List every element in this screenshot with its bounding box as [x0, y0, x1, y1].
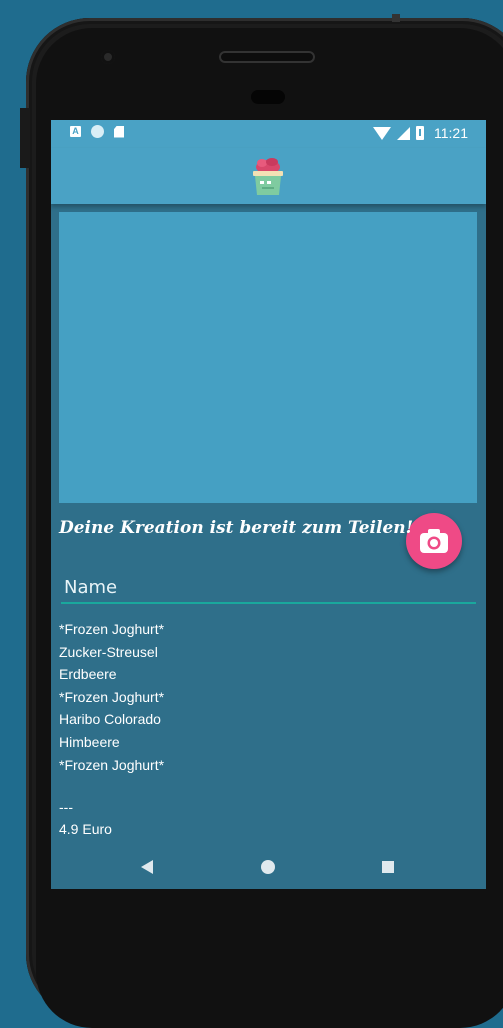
phone-top-notch — [392, 14, 400, 22]
sd-card-icon — [114, 125, 124, 138]
share-headline: Deine Kreation ist bereit zum Teilen! — [59, 518, 414, 538]
wifi-icon — [373, 126, 391, 140]
status-time: 11:21 — [434, 125, 468, 141]
ingredient-item: *Frozen Joghurt* — [59, 688, 165, 705]
frozen-yogurt-cup-logo — [253, 158, 283, 195]
ingredient-item: *Frozen Joghurt* — [59, 756, 165, 773]
back-icon[interactable] — [141, 860, 153, 874]
ingredient-item: Zucker-Streusel — [59, 643, 158, 660]
navigation-bar — [51, 845, 486, 889]
ingredient-item: Haribo Colorado — [59, 711, 161, 728]
app-bar — [51, 148, 486, 204]
home-icon[interactable] — [261, 860, 275, 874]
signal-icon — [397, 126, 410, 140]
status-bar: A 11:21 — [51, 120, 486, 148]
proximity-sensor — [251, 90, 285, 104]
screen: A 11:21 Deine Kreation ist bereit zum Te… — [51, 120, 486, 889]
status-left-icons: A — [70, 125, 124, 138]
photo-preview — [59, 212, 477, 569]
phone-side-button — [20, 108, 30, 168]
ingredient-item: Erdbeere — [59, 666, 117, 683]
separator-text: --- — [59, 799, 73, 815]
recents-icon[interactable] — [382, 861, 394, 873]
front-camera — [101, 50, 115, 64]
name-input[interactable] — [61, 572, 476, 604]
battery-icon — [416, 126, 424, 140]
ingredient-item: Himbeere — [59, 733, 120, 750]
circle-icon — [91, 125, 104, 138]
status-right-icons: 11:21 — [373, 125, 468, 141]
earpiece-speaker — [219, 51, 315, 63]
ingredient-list: *Frozen Joghurt* Zucker-Streusel Erdbeer… — [59, 618, 469, 776]
keyboard-a-icon: A — [70, 126, 81, 137]
price-text: 4.9 Euro — [59, 821, 112, 837]
ingredient-item: *Frozen Joghurt* — [59, 621, 165, 637]
